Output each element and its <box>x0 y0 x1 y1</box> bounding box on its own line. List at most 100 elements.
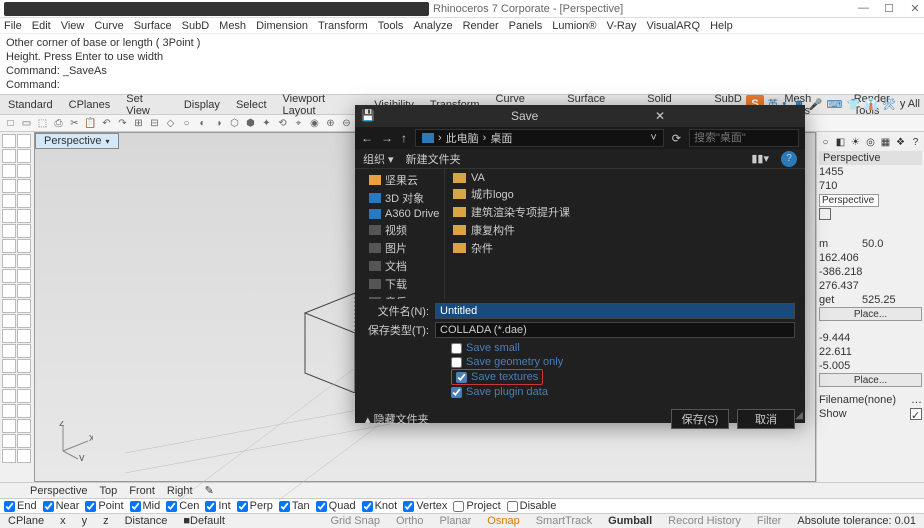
tool-icon[interactable] <box>17 164 31 178</box>
ime-icon[interactable]: 🛠 <box>882 98 896 111</box>
organize-menu[interactable]: 组织 ▾ <box>363 151 394 167</box>
toolbar-icon[interactable]: ✂ <box>68 117 81 130</box>
crumb-item[interactable]: 此电脑 <box>446 130 479 146</box>
help-button[interactable]: ? <box>781 151 797 167</box>
panel-icon[interactable]: ○ <box>819 136 832 149</box>
menu-subd[interactable]: SubD <box>182 20 210 32</box>
status-cplane[interactable]: CPlane <box>4 515 48 527</box>
tool-icon[interactable] <box>2 239 16 253</box>
tool-icon[interactable] <box>2 164 16 178</box>
crumb-item[interactable]: 桌面 <box>490 130 512 146</box>
menu-surface[interactable]: Surface <box>134 20 172 32</box>
status-history[interactable]: Record History <box>664 515 745 527</box>
search-input[interactable] <box>689 129 799 147</box>
tool-icon[interactable] <box>2 284 16 298</box>
tab-cplanes[interactable]: CPlanes <box>61 95 119 114</box>
toolbar-icon[interactable]: ◇ <box>164 117 177 130</box>
tool-icon[interactable] <box>2 329 16 343</box>
menu-render[interactable]: Render <box>463 20 499 32</box>
view-button[interactable]: ▮▮▾ <box>751 152 769 165</box>
panel-icon[interactable]: ? <box>909 136 922 149</box>
menu-v-ray[interactable]: V-Ray <box>606 20 636 32</box>
toolbar-icon[interactable]: ⬡ <box>228 117 241 130</box>
toolbar-icon[interactable]: ⊟ <box>148 117 161 130</box>
minimize-button[interactable]: — <box>858 2 868 15</box>
menu-visualarq[interactable]: VisualARQ <box>646 20 700 32</box>
tool-icon[interactable] <box>2 389 16 403</box>
tool-icon[interactable] <box>2 359 16 373</box>
tool-icon[interactable] <box>2 299 16 313</box>
status-gumball[interactable]: Gumball <box>604 515 656 527</box>
tool-icon[interactable] <box>17 374 31 388</box>
status-gridsnap[interactable]: Grid Snap <box>326 515 384 527</box>
tool-icon[interactable] <box>17 314 31 328</box>
tab-select[interactable]: Select <box>228 95 275 114</box>
tree-node[interactable]: 音乐 <box>355 293 444 299</box>
status-osnap[interactable]: Osnap <box>483 515 523 527</box>
list-item[interactable]: 城市logo <box>451 185 799 203</box>
ime-icon[interactable]: 🎤 <box>809 98 823 111</box>
show-checkbox[interactable]: ✓ <box>910 408 922 420</box>
panel-icon[interactable]: ☀ <box>849 136 862 149</box>
list-item[interactable]: 建筑渲染专项提升课 <box>451 203 799 221</box>
panel-icon[interactable]: ◎ <box>864 136 877 149</box>
hide-folders-toggle[interactable]: ▴ 隐藏文件夹 <box>365 411 429 427</box>
save-opt-save-small[interactable]: Save small <box>451 341 795 355</box>
osnap-vertex[interactable]: Vertex <box>403 500 447 512</box>
osnap-tan[interactable]: Tan <box>279 500 310 512</box>
ime-icon[interactable]: ⌨ <box>827 98 843 111</box>
tree-node[interactable]: A360 Drive <box>355 207 444 221</box>
menu-edit[interactable]: Edit <box>32 20 51 32</box>
tool-icon[interactable] <box>2 194 16 208</box>
tool-icon[interactable] <box>2 179 16 193</box>
cmd-prompt[interactable]: Command: <box>6 78 918 92</box>
tree-node[interactable]: 下载 <box>355 275 444 293</box>
toolbar-icon[interactable]: ⬚ <box>36 117 49 130</box>
list-item[interactable]: 杂件 <box>451 239 799 257</box>
menu-file[interactable]: File <box>4 20 22 32</box>
status-filter[interactable]: Filter <box>753 515 785 527</box>
menu-help[interactable]: Help <box>710 20 733 32</box>
resize-grip[interactable]: ◢ <box>795 410 803 421</box>
panel-icon[interactable]: ▦ <box>879 136 892 149</box>
toolbar-icon[interactable]: ◉ <box>308 117 321 130</box>
toolbar-icon[interactable]: 📋 <box>84 117 97 130</box>
close-button[interactable]: ✕ <box>910 2 920 15</box>
status-ortho[interactable]: Ortho <box>392 515 428 527</box>
toolbar-icon[interactable]: ⌖ <box>292 117 305 130</box>
list-item[interactable]: VA <box>451 171 799 185</box>
menu-lumion®[interactable]: Lumion® <box>552 20 596 32</box>
menu-tools[interactable]: Tools <box>378 20 404 32</box>
filename-input[interactable] <box>435 303 795 319</box>
osnap-knot[interactable]: Knot <box>362 500 398 512</box>
tool-icon[interactable] <box>17 329 31 343</box>
menu-dimension[interactable]: Dimension <box>256 20 308 32</box>
tool-icon[interactable] <box>17 404 31 418</box>
toolbar-icon[interactable]: ○ <box>180 117 193 130</box>
tab-set-view[interactable]: Set View <box>118 95 176 114</box>
osnap-project[interactable]: Project <box>453 500 500 512</box>
tool-icon[interactable] <box>17 434 31 448</box>
toolbar-icon[interactable]: ▭ <box>20 117 33 130</box>
save-opt-save-plugin-data[interactable]: Save plugin data <box>451 385 795 399</box>
menu-view[interactable]: View <box>61 20 85 32</box>
tool-icon[interactable] <box>17 149 31 163</box>
toolbar-icon[interactable]: ↷ <box>116 117 129 130</box>
status-smarttrack[interactable]: SmartTrack <box>532 515 596 527</box>
tool-icon[interactable] <box>17 179 31 193</box>
toolbar-icon[interactable]: ⊖ <box>340 117 353 130</box>
tool-icon[interactable] <box>17 269 31 283</box>
osnap-cen[interactable]: Cen <box>166 500 199 512</box>
tool-icon[interactable] <box>17 299 31 313</box>
osnap-near[interactable]: Near <box>43 500 80 512</box>
status-planar[interactable]: Planar <box>435 515 475 527</box>
ime-icon[interactable]: 👕 <box>846 98 860 111</box>
tool-icon[interactable] <box>17 419 31 433</box>
tool-icon[interactable] <box>17 254 31 268</box>
list-item[interactable]: 康复构件 <box>451 221 799 239</box>
save-opt-save-geometry-only[interactable]: Save geometry only <box>451 355 795 369</box>
toolbar-icon[interactable]: ⬢ <box>244 117 257 130</box>
osnap-int[interactable]: Int <box>205 500 230 512</box>
menu-mesh[interactable]: Mesh <box>219 20 246 32</box>
tree-node[interactable]: 文档 <box>355 257 444 275</box>
